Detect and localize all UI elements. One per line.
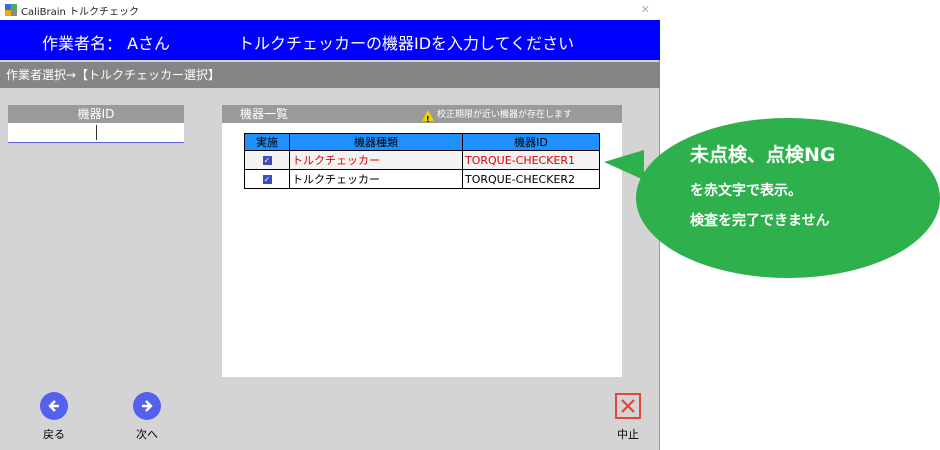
arrow-right-icon[interactable] [133, 392, 161, 420]
next-label: 次へ [136, 428, 158, 441]
device-list-header: 機器一覧 校正期限が近い機器が存在します [222, 105, 622, 129]
device-type-cell: トルクチェッカー [289, 169, 463, 189]
callout-text: 未点検、点検NG を赤文字で表示。 検査を完了できません [690, 140, 836, 236]
text-cursor [96, 125, 97, 140]
header-bar: 作業者名： Aさん トルクチェッカーの機器IDを入力してください [0, 20, 660, 60]
app-window: CaliBrain トルクチェック ✕ 作業者名： Aさん トルクチェッカーの機… [0, 0, 660, 450]
close-icon[interactable]: ✕ [641, 3, 650, 16]
back-button[interactable]: 戻る [36, 392, 72, 442]
device-id-header: 機器ID [8, 105, 184, 123]
calibration-warning: 校正期限が近い機器が存在します [422, 106, 573, 129]
warning-icon [422, 109, 434, 129]
callout-line-3: 検査を完了できません [690, 213, 830, 229]
table-row[interactable]: ✓ トルクチェッカー TORQUE-CHECKER2 [244, 169, 600, 189]
device-id-cell: TORQUE-CHECKER1 [462, 150, 600, 170]
callout-line-1: 未点検、点検NG [690, 144, 836, 166]
app-logo-icon [5, 4, 17, 16]
device-type-cell: トルクチェッカー [289, 150, 463, 170]
breadcrumb: 作業者選択→【トルクチェッカー選択】 [0, 62, 660, 88]
back-label: 戻る [43, 428, 65, 441]
device-list-panel: 機器一覧 校正期限が近い機器が存在します 実施 機器種類 機器ID ✓ トルクチ… [222, 105, 622, 377]
next-button[interactable]: 次へ [129, 392, 165, 442]
worker-label: 作業者名： [42, 34, 123, 53]
checkbox-checked-icon[interactable]: ✓ [262, 156, 272, 165]
device-list-title: 機器一覧 [240, 107, 289, 121]
instruction-text: トルクチェッカーの機器IDを入力してください [238, 34, 575, 53]
table-header-row: 実施 機器種類 機器ID [244, 133, 600, 151]
worker-name: Aさん [127, 34, 171, 53]
table-row[interactable]: ✓ トルクチェッカー TORQUE-CHECKER1 [244, 150, 600, 170]
window-title: CaliBrain トルクチェック [21, 6, 140, 18]
column-header-check: 実施 [244, 133, 290, 151]
check-cell[interactable]: ✓ [244, 150, 290, 170]
callout-pointer [604, 150, 644, 180]
warning-text: 校正期限が近い機器が存在します [437, 110, 573, 120]
x-box-icon[interactable] [615, 393, 641, 419]
worker-info: 作業者名： Aさん [42, 30, 170, 54]
checkbox-checked-icon[interactable]: ✓ [262, 175, 272, 184]
check-cell[interactable]: ✓ [244, 169, 290, 189]
device-table: 実施 機器種類 機器ID ✓ トルクチェッカー TORQUE-CHECKER1 … [244, 133, 600, 189]
arrow-left-icon[interactable] [40, 392, 68, 420]
device-id-panel: 機器ID [8, 105, 184, 143]
stop-label: 中止 [617, 428, 639, 441]
callout-line-2: を赤文字で表示。 [690, 183, 802, 199]
title-bar: CaliBrain トルクチェック ✕ [0, 0, 660, 20]
column-header-id: 機器ID [462, 133, 600, 151]
column-header-type: 機器種類 [289, 133, 463, 151]
device-id-cell: TORQUE-CHECKER2 [462, 169, 600, 189]
stop-button[interactable]: 中止 [610, 393, 646, 442]
